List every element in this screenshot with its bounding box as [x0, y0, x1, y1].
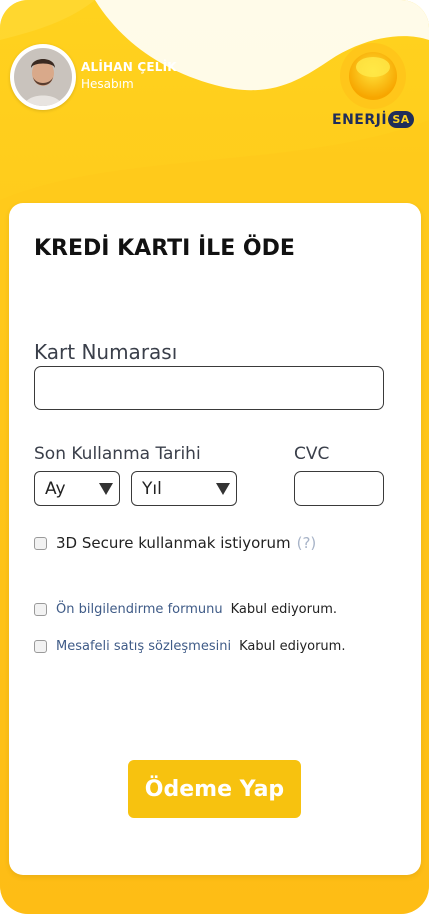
- chevron-down-icon: [216, 483, 230, 495]
- secure-3d-row: 3D Secure kullanmak istiyorum (?): [34, 534, 316, 552]
- month-select[interactable]: Ay: [34, 471, 120, 506]
- user-avatar-icon: [14, 48, 72, 106]
- user-name: ALİHAN ÇELİK: [81, 60, 177, 74]
- secure-3d-help[interactable]: (?): [297, 534, 317, 552]
- enerjisa-logo: ENERJİ SA: [330, 42, 422, 132]
- pay-button[interactable]: Ödeme Yap: [128, 760, 301, 818]
- sun-icon: [340, 43, 406, 109]
- distance-sales-link[interactable]: Mesafeli satış sözleşmesini: [56, 639, 231, 654]
- logo-wordmark: ENERJİ SA: [332, 111, 415, 128]
- distance-sales-checkbox[interactable]: [34, 640, 47, 653]
- preinfo-accept-label: Kabul ediyorum.: [230, 602, 337, 617]
- card-number-input[interactable]: [34, 366, 384, 410]
- page-title: KREDİ KARTI İLE ÖDE: [34, 236, 295, 261]
- logo-badge: SA: [388, 111, 415, 128]
- secure-3d-label: 3D Secure kullanmak istiyorum: [56, 534, 291, 552]
- preinfo-checkbox[interactable]: [34, 603, 47, 616]
- avatar[interactable]: [10, 44, 76, 110]
- distance-sales-row: Mesafeli satış sözleşmesini Kabul ediyor…: [34, 639, 345, 654]
- preinfo-row: Ön bilgilendirme formunu Kabul ediyorum.: [34, 602, 337, 617]
- distance-sales-accept-label: Kabul ediyorum.: [239, 639, 346, 654]
- cvc-label: CVC: [294, 444, 330, 464]
- expiry-label: Son Kullanma Tarihi: [34, 444, 201, 464]
- chevron-down-icon: [99, 483, 113, 495]
- account-link[interactable]: Hesabım: [81, 77, 134, 91]
- card-number-label: Kart Numarası: [34, 340, 178, 364]
- preinfo-link[interactable]: Ön bilgilendirme formunu: [56, 602, 223, 617]
- payment-card: KREDİ KARTI İLE ÖDE Kart Numarası Son Ku…: [9, 203, 421, 875]
- secure-3d-checkbox[interactable]: [34, 536, 47, 550]
- app-screen: ALİHAN ÇELİK Hesabım ENERJİ SA KREDİ KAR…: [0, 0, 429, 914]
- logo-text: ENERJİ: [332, 111, 388, 128]
- month-select-value: Ay: [45, 479, 66, 499]
- year-select-value: Yıl: [142, 479, 162, 499]
- cvc-input[interactable]: [294, 471, 384, 506]
- year-select[interactable]: Yıl: [131, 471, 237, 506]
